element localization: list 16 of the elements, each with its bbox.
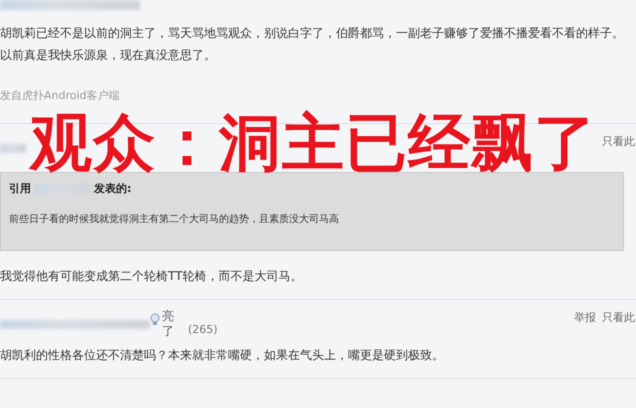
- quote-label: 引用: [9, 181, 31, 196]
- post-text: 胡凯利的性格各位还不清楚吗？本来就非常嘴硬，如果在气头上，嘴更是硬到极致。: [0, 347, 445, 364]
- username-blur: [0, 144, 26, 152]
- post-text: 以前真是我快乐源泉，现在真没意思了。: [0, 47, 217, 64]
- quote-text: 前些日子看的时候我就觉得洞主有第二个大司马的趋势，且素质没大司马高: [9, 212, 340, 226]
- only-this-user-link[interactable]: 只看此: [602, 134, 635, 149]
- overlay-caption: 观众：洞主已经飘了: [30, 112, 597, 174]
- post-text: 我觉得他有可能变成第二个轮椅TT轮椅，而不是大司马。: [0, 268, 304, 285]
- quote-label: 发表的:: [94, 181, 132, 196]
- post-source: 发自虎扑Android客户端: [0, 88, 121, 103]
- lightbulb-icon: [150, 313, 160, 326]
- light-label[interactable]: 亮 了: [162, 309, 174, 339]
- only-this-user-link[interactable]: 只看此: [602, 310, 635, 325]
- report-link[interactable]: 举报: [574, 310, 596, 325]
- light-count: (265): [188, 323, 218, 336]
- post-text: 胡凯莉已经不是以前的洞主了，骂天骂地骂观众，别说白字了，伯爵都骂，一副老子赚够了爱播不播爱看不看的样子。: [0, 25, 625, 42]
